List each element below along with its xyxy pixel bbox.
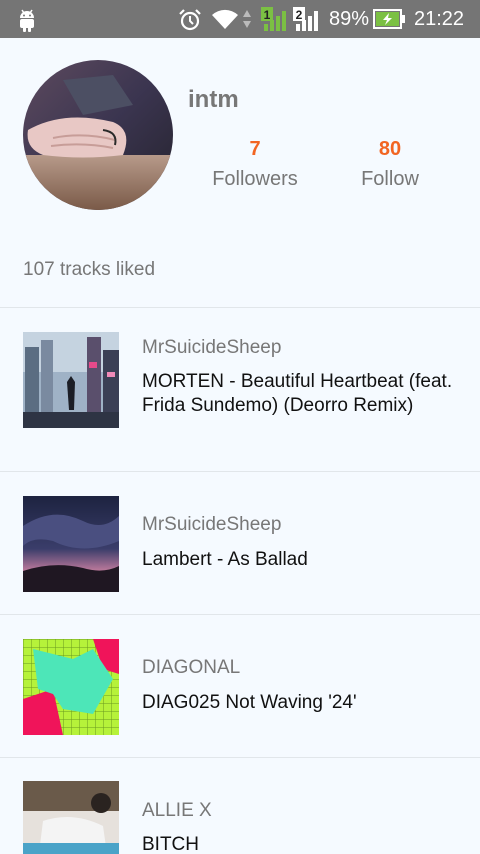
track-title: BITCH — [142, 834, 199, 854]
track-artist: DIAGONAL — [142, 657, 241, 678]
followers-label: Followers — [212, 168, 298, 190]
track-title: DIAG025 Not Waving '24' — [142, 692, 357, 713]
sim1-label: 1 — [264, 8, 271, 22]
data-arrows-icon — [243, 10, 251, 28]
track-artwork — [23, 781, 119, 854]
track-list-item[interactable]: MrSuicideSheep MORTEN - Beautiful Heartb… — [0, 308, 480, 471]
track-artwork — [23, 496, 119, 592]
track-artist: MrSuicideSheep — [142, 514, 282, 535]
followers-stat[interactable]: 7 Followers — [195, 137, 315, 193]
track-artist: MrSuicideSheep — [142, 337, 282, 358]
battery-percent: 89% — [329, 8, 370, 30]
track-list-item[interactable]: DIAGONAL DIAG025 Not Waving '24' — [0, 615, 480, 757]
track-title: Lambert - As Ballad — [142, 549, 308, 570]
battery-charging-icon — [373, 9, 405, 29]
avatar[interactable] — [23, 60, 173, 210]
track-title: MORTEN - Beautiful Heartbeat (feat. Frid… — [142, 371, 453, 416]
following-stat[interactable]: 80 Follow — [330, 137, 450, 193]
following-count: 80 — [378, 138, 402, 160]
sim2-label: 2 — [296, 8, 303, 22]
track-artwork — [23, 639, 119, 735]
track-artist: ALLIE X — [142, 800, 212, 821]
status-bar: 1 2 89% 21:22 — [0, 0, 480, 38]
followers-count: 7 — [249, 138, 261, 160]
android-icon — [20, 9, 34, 32]
track-artwork — [23, 332, 119, 428]
track-list-item[interactable]: ALLIE X BITCH — [0, 758, 480, 854]
username: intm — [188, 86, 239, 113]
track-list-item[interactable]: MrSuicideSheep Lambert - As Ballad — [0, 472, 480, 614]
sim1-signal-icon: 1 — [261, 7, 286, 31]
clock: 21:22 — [414, 8, 465, 30]
tracks-liked-summary: 107 tracks liked — [23, 259, 156, 280]
following-label: Follow — [361, 168, 419, 190]
alarm-icon — [179, 9, 201, 31]
avatar-image — [23, 60, 173, 210]
sim2-signal-icon: 2 — [293, 7, 318, 31]
wifi-icon — [212, 9, 238, 29]
